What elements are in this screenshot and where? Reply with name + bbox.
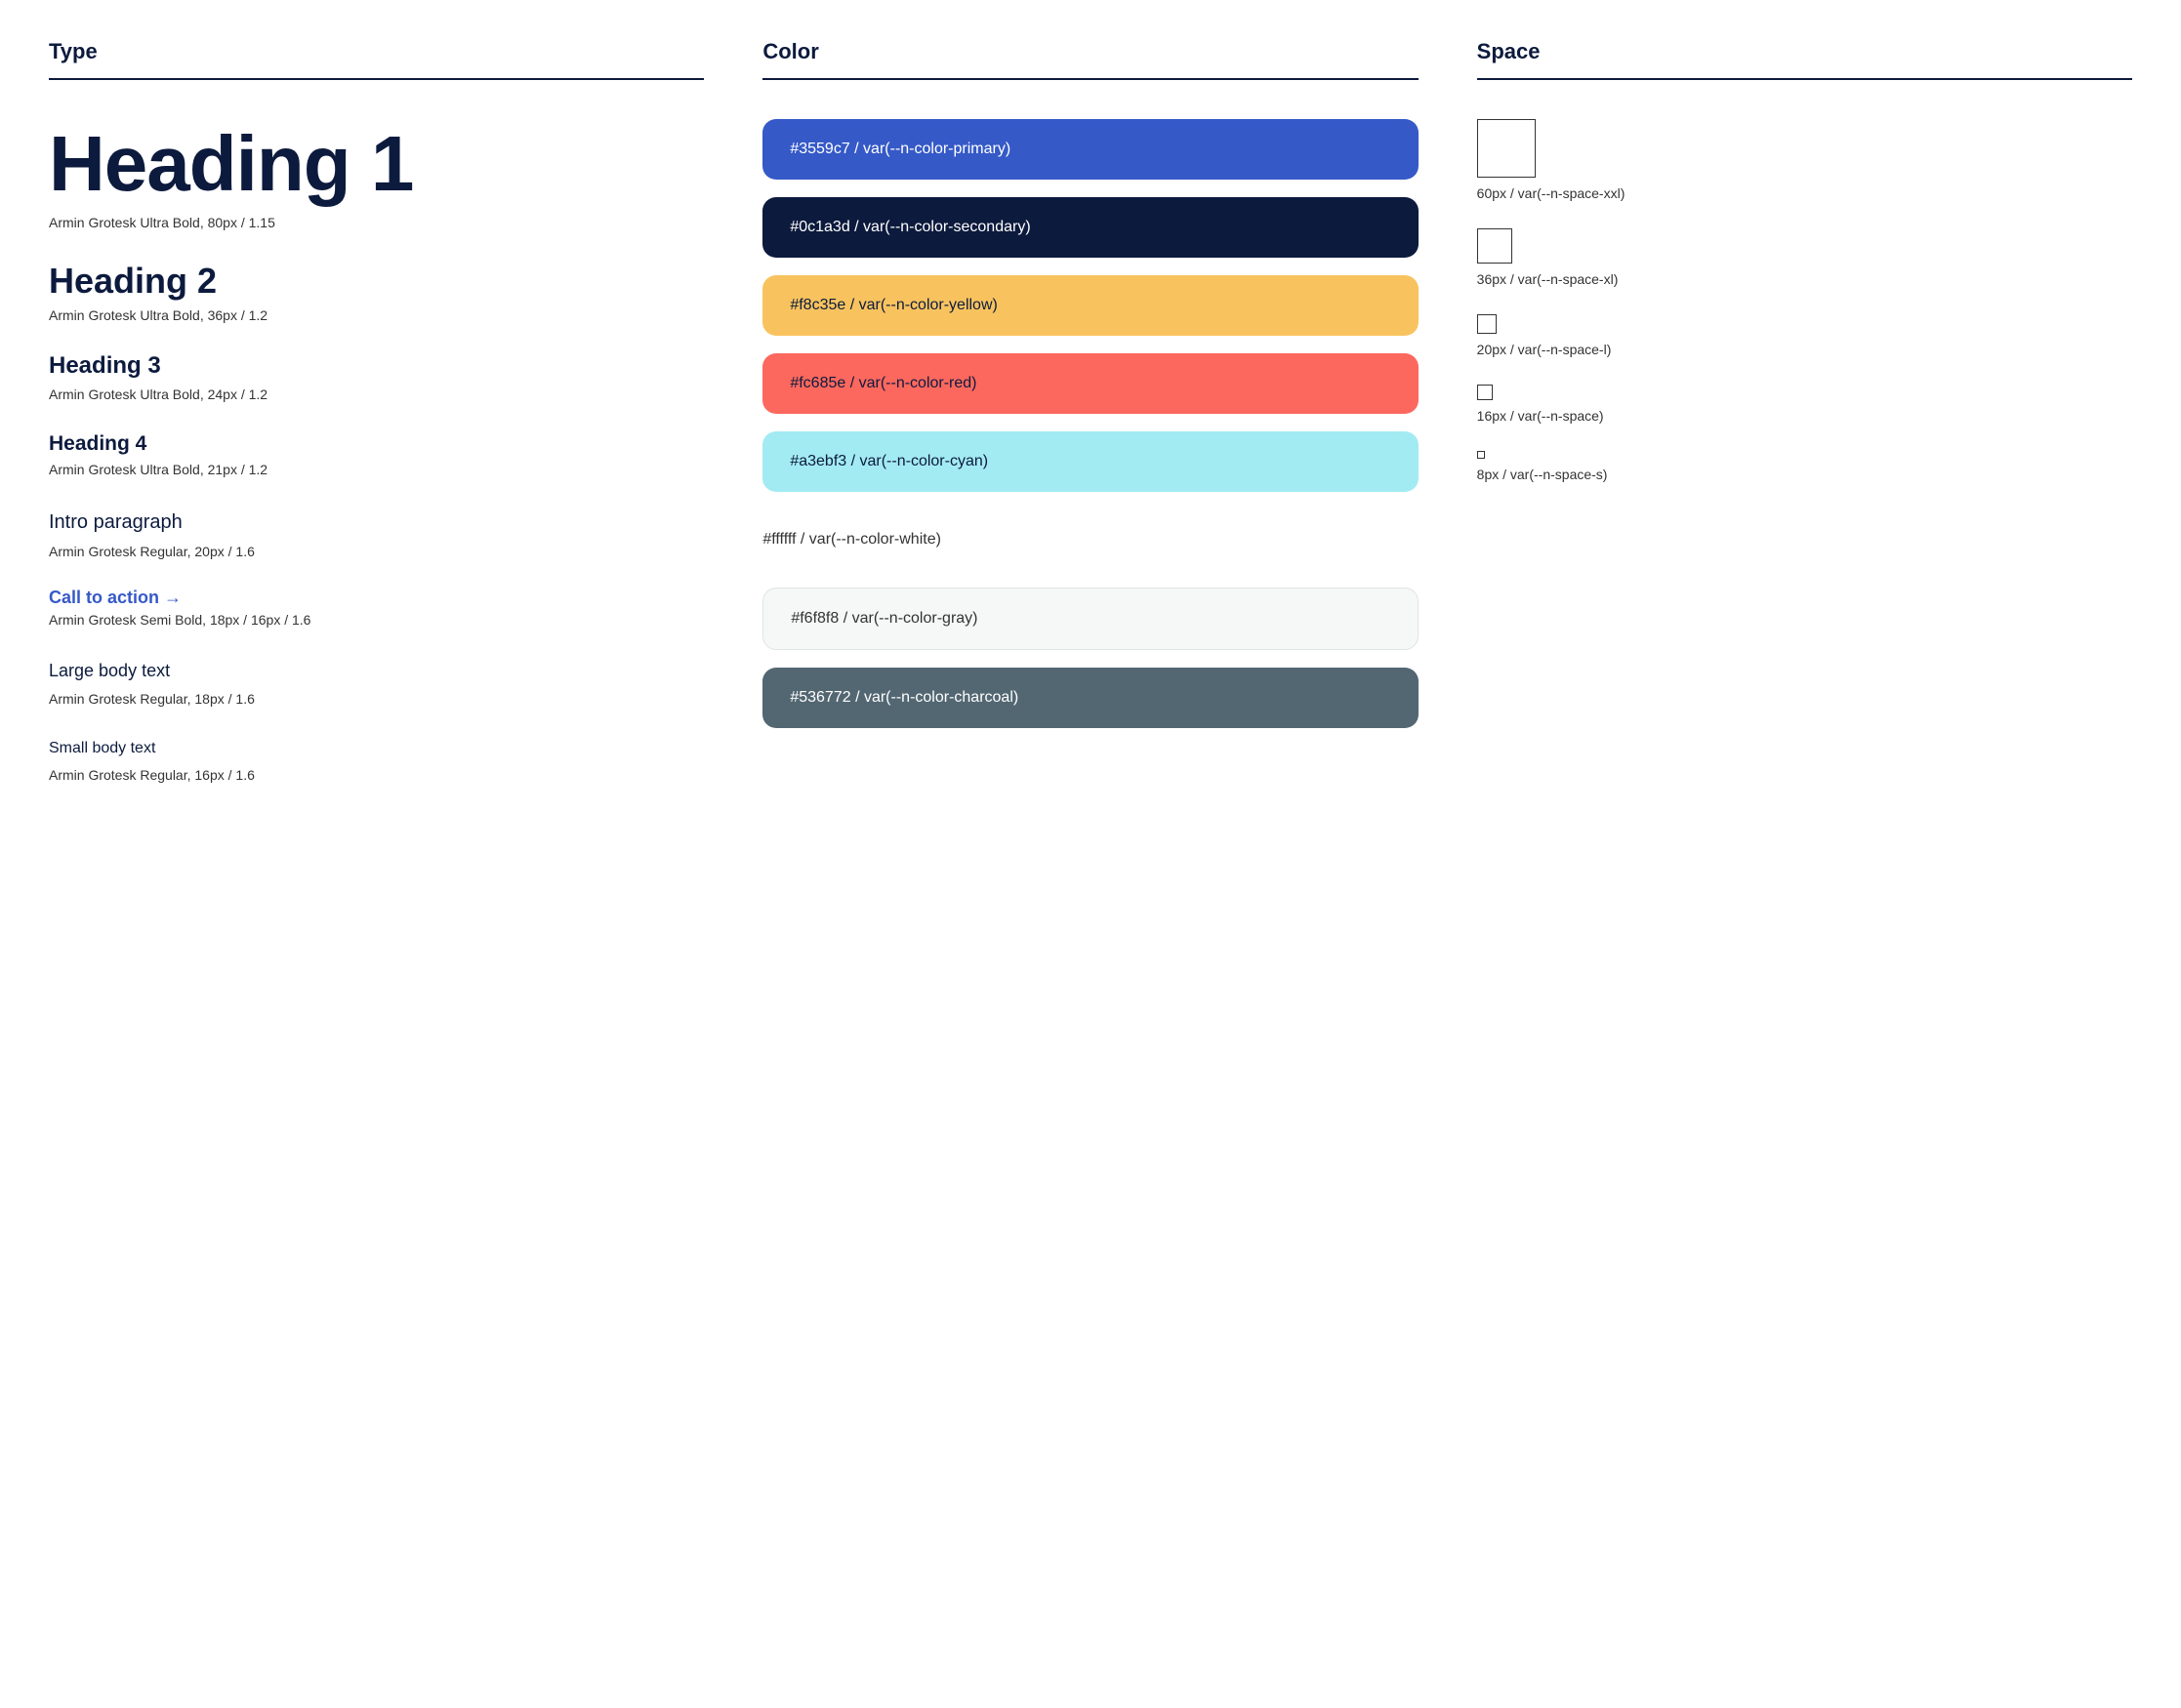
color-chip-primary: #3559c7 / var(--n-color-primary) [762, 119, 1418, 180]
type-column: Type Heading 1 Armin Grotesk Ultra Bold,… [49, 39, 704, 812]
space-box-wrap-xl [1477, 228, 2132, 264]
space-item-s: 8px / var(--n-space-s) [1477, 451, 2132, 482]
small-body-meta: Armin Grotesk Regular, 16px / 1.6 [49, 767, 704, 783]
heading4-sample: Heading 4 [49, 431, 704, 456]
space-box-wrap-s [1477, 451, 2132, 459]
cta-sample: Call to action → [49, 589, 704, 606]
heading4-meta: Armin Grotesk Ultra Bold, 21px / 1.2 [49, 462, 704, 477]
small-body-sample: Small body text [49, 736, 704, 761]
space-box-s [1477, 451, 1485, 459]
space-item-xxl: 60px / var(--n-space-xxl) [1477, 119, 2132, 201]
space-box-xl [1477, 228, 1512, 264]
heading2-sample: Heading 2 [49, 260, 704, 302]
color-chip-white: #ffffff / var(--n-color-white) [762, 509, 1418, 570]
space-label-m: 16px / var(--n-space) [1477, 408, 2132, 424]
color-column-header: Color [762, 39, 1418, 80]
small-body-label: Small body text Armin Grotesk Regular, 1… [49, 736, 704, 783]
space-item-xl: 36px / var(--n-space-xl) [1477, 228, 2132, 287]
heading1-sample: Heading 1 [49, 119, 704, 209]
space-label-xxl: 60px / var(--n-space-xxl) [1477, 185, 2132, 201]
space-label-xl: 36px / var(--n-space-xl) [1477, 271, 2132, 287]
space-box-l [1477, 314, 1497, 334]
heading3-meta: Armin Grotesk Ultra Bold, 24px / 1.2 [49, 386, 704, 402]
intro-meta: Armin Grotesk Regular, 20px / 1.6 [49, 544, 704, 559]
heading2-meta: Armin Grotesk Ultra Bold, 36px / 1.2 [49, 307, 704, 323]
space-item-m: 16px / var(--n-space) [1477, 385, 2132, 424]
type-column-header: Type [49, 39, 704, 80]
large-body-meta: Armin Grotesk Regular, 18px / 1.6 [49, 691, 704, 707]
color-chip-yellow: #f8c35e / var(--n-color-yellow) [762, 275, 1418, 336]
space-label-s: 8px / var(--n-space-s) [1477, 467, 2132, 482]
intro-sample: Intro paragraph [49, 507, 704, 538]
space-column-header: Space [1477, 39, 2132, 80]
main-layout: Type Heading 1 Armin Grotesk Ultra Bold,… [49, 39, 2132, 812]
color-chip-charcoal: #536772 / var(--n-color-charcoal) [762, 668, 1418, 728]
heading1-meta: Armin Grotesk Ultra Bold, 80px / 1.15 [49, 215, 704, 230]
color-chip-secondary: #0c1a3d / var(--n-color-secondary) [762, 197, 1418, 258]
space-box-xxl [1477, 119, 1536, 178]
space-column: Space 60px / var(--n-space-xxl) 36px / v… [1477, 39, 2132, 812]
color-chip-gray: #f6f8f8 / var(--n-color-gray) [762, 588, 1418, 650]
space-label-l: 20px / var(--n-space-l) [1477, 342, 2132, 357]
space-item-l: 20px / var(--n-space-l) [1477, 314, 2132, 357]
heading3-sample: Heading 3 [49, 352, 704, 381]
space-box-m [1477, 385, 1493, 400]
large-body-sample: Large body text [49, 657, 704, 685]
space-box-wrap-xxl [1477, 119, 2132, 178]
color-column: Color #3559c7 / var(--n-color-primary) #… [762, 39, 1418, 812]
large-body-label: Large body text Armin Grotesk Regular, 1… [49, 657, 704, 707]
space-box-wrap-l [1477, 314, 2132, 334]
space-box-wrap-m [1477, 385, 2132, 400]
color-chip-red: #fc685e / var(--n-color-red) [762, 353, 1418, 414]
cta-meta: Armin Grotesk Semi Bold, 18px / 16px / 1… [49, 612, 704, 628]
color-chip-cyan: #a3ebf3 / var(--n-color-cyan) [762, 431, 1418, 492]
